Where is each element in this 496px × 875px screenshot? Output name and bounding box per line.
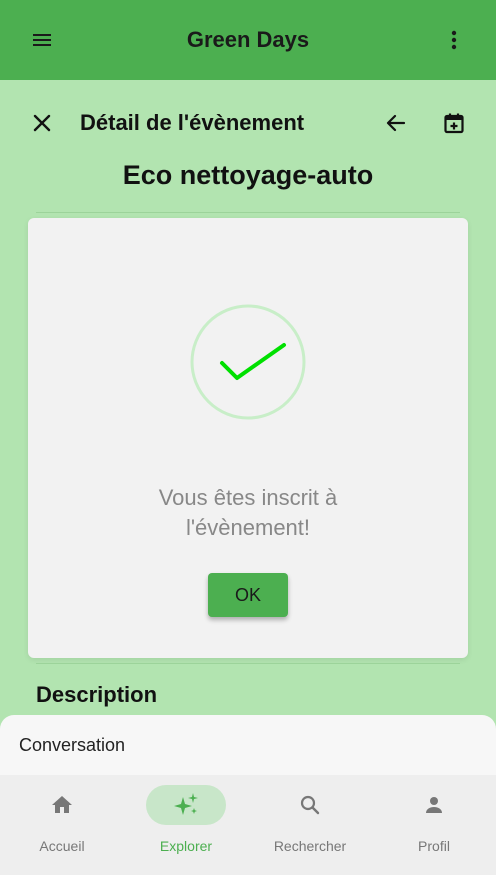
- event-detail-title: Détail de l'évènement: [80, 110, 305, 135]
- nav-label: Explorer: [159, 838, 213, 854]
- check-circle-icon: [189, 303, 307, 421]
- registration-success-dialog: Vous êtes inscrit à l'évènement! OK: [28, 218, 468, 658]
- divider: [36, 212, 460, 213]
- bottom-navigation: Accueil Explorer Rechercher Profil: [0, 775, 496, 875]
- event-title: Eco nettoyage-auto: [122, 160, 374, 190]
- more-vert-icon[interactable]: [440, 26, 468, 54]
- close-icon[interactable]: [28, 109, 56, 137]
- app-bar: Green Days: [0, 0, 496, 80]
- app-title: Green Days: [186, 27, 310, 52]
- ok-button[interactable]: OK: [208, 573, 288, 617]
- nav-item-rechercher[interactable]: Rechercher: [248, 775, 372, 875]
- search-icon: [270, 785, 350, 825]
- dialog-message-line-1: Vous êtes inscrit à: [158, 485, 338, 510]
- event-detail-header: Détail de l'évènement: [0, 100, 496, 146]
- nav-label: Profil: [418, 838, 450, 854]
- person-icon: [394, 785, 474, 825]
- dialog-message: Vous êtes inscrit à l'évènement!: [68, 483, 428, 543]
- hamburger-menu-icon[interactable]: [28, 26, 56, 54]
- dialog-message-line-2: l'évènement!: [185, 515, 311, 540]
- description-heading: Description: [36, 682, 158, 707]
- conversation-title: Conversation: [19, 735, 126, 755]
- divider: [36, 663, 460, 664]
- calendar-add-icon[interactable]: [440, 109, 468, 137]
- nav-label: Accueil: [39, 838, 85, 854]
- nav-label: Rechercher: [273, 838, 347, 854]
- nav-item-accueil[interactable]: Accueil: [0, 775, 124, 875]
- arrow-back-icon[interactable]: [382, 109, 410, 137]
- sparkle-icon: [146, 785, 226, 825]
- nav-item-profil[interactable]: Profil: [372, 775, 496, 875]
- home-icon: [22, 785, 102, 825]
- nav-item-explorer[interactable]: Explorer: [124, 775, 248, 875]
